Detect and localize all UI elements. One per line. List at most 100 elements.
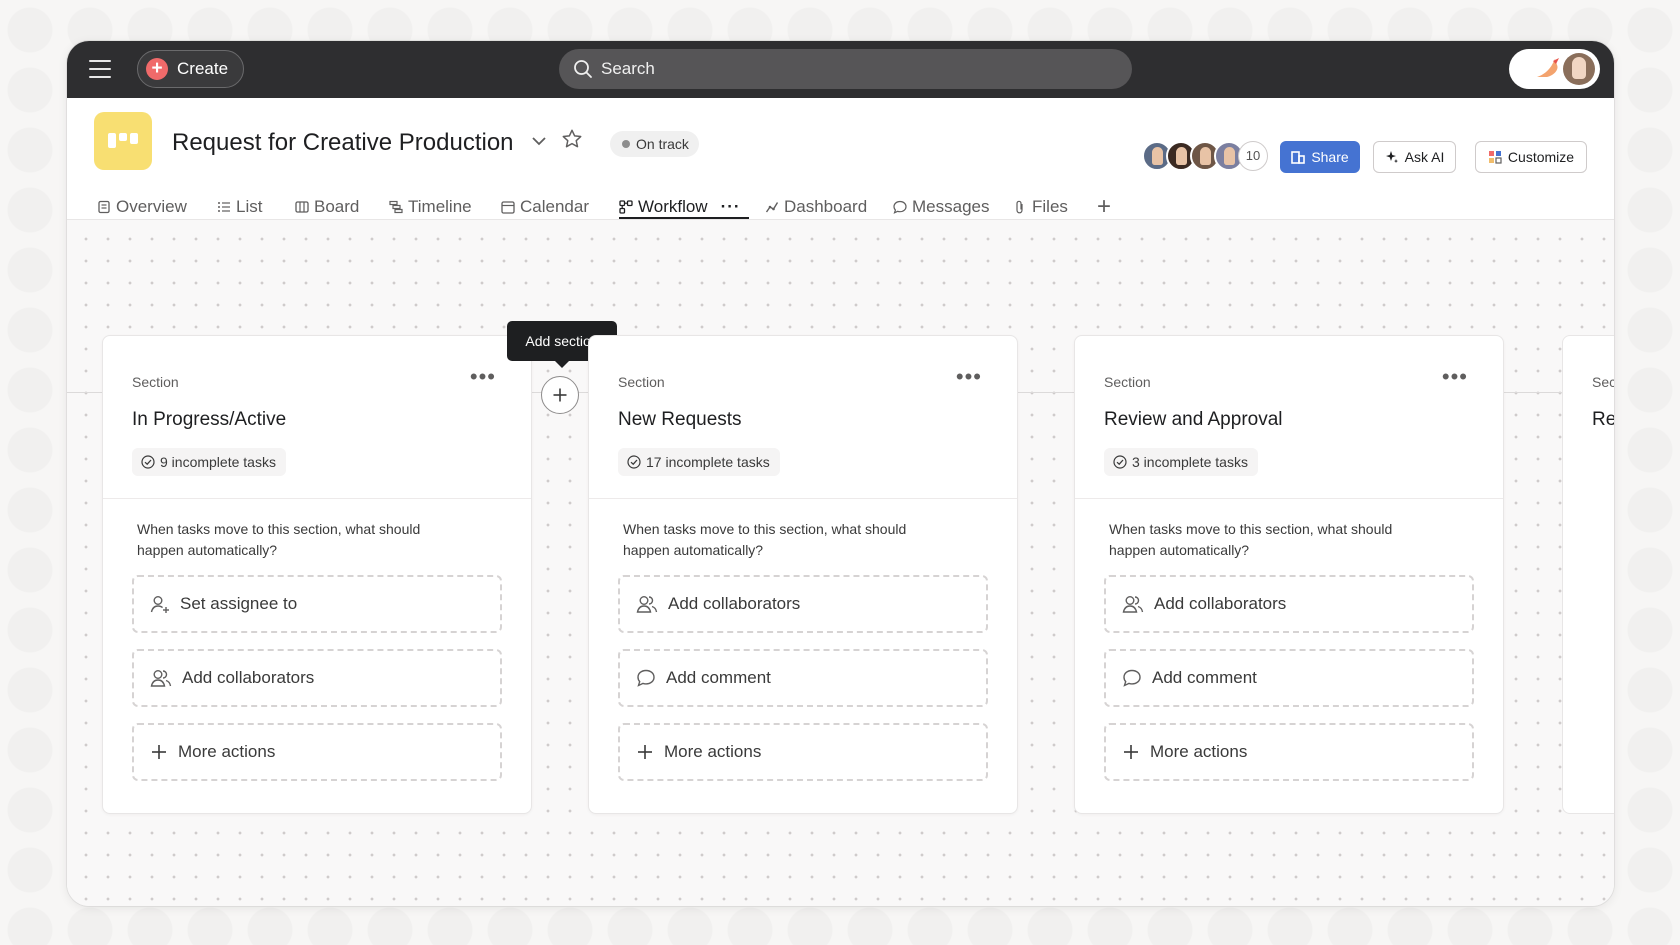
section-name[interactable]: In Progress/Active: [132, 409, 286, 431]
tab-label: Messages: [912, 197, 990, 216]
rule-label: Add collaborators: [668, 594, 801, 613]
plus-icon: [638, 745, 652, 759]
person-icon: [150, 596, 169, 613]
plus-icon: +: [146, 58, 168, 80]
tab-label: Workflow: [638, 197, 708, 216]
search-icon: [574, 60, 592, 78]
rule-label: More actions: [178, 742, 276, 761]
section-eyebrow: Section: [618, 374, 665, 390]
add-section-button[interactable]: [541, 376, 579, 414]
rule-label: Add comment: [1152, 668, 1257, 687]
automation-question: When tasks move to this section, what sh…: [623, 521, 907, 558]
incomplete-tasks-badge[interactable]: 17 incomplete tasks: [618, 448, 780, 476]
incomplete-tasks-label: 3 incomplete tasks: [1132, 454, 1248, 470]
section-card-partial: Sec Re: [1562, 335, 1614, 814]
share-building-icon: [1291, 151, 1306, 164]
add-comment-button[interactable]: Add comment: [618, 649, 988, 707]
automation-question: When tasks move to this section, what sh…: [1109, 521, 1393, 558]
overview-icon: [98, 200, 110, 214]
section-name[interactable]: Review and Approval: [1104, 409, 1283, 431]
section-card: Section ••• New Requests 17 incomplete t…: [588, 335, 1018, 814]
more-actions-button[interactable]: More actions: [618, 723, 988, 781]
workflow-icon: [619, 200, 633, 214]
messages-icon: [893, 200, 907, 214]
section-more-icon[interactable]: •••: [956, 366, 982, 388]
create-button[interactable]: + Create: [137, 50, 244, 88]
tab-label: Dashboard: [784, 197, 868, 216]
section-more-icon[interactable]: •••: [470, 366, 496, 388]
share-button[interactable]: Share: [1280, 141, 1360, 173]
customize-label: Customize: [1507, 149, 1575, 165]
tab-label: Board: [314, 197, 360, 216]
top-bar: + Create Search: [67, 41, 1614, 98]
tab-label: Files: [1032, 197, 1068, 216]
search-input[interactable]: Search: [559, 49, 1132, 89]
add-collaborators-button[interactable]: Add collaborators: [132, 649, 502, 707]
tab-more-icon[interactable]: ···: [721, 197, 741, 217]
list-icon: [218, 202, 230, 212]
rule-label: Add collaborators: [1154, 594, 1287, 613]
incomplete-tasks-label: 9 incomplete tasks: [160, 454, 276, 470]
section-eyebrow: Section: [132, 374, 179, 390]
project-title: Request for Creative Production: [172, 129, 514, 156]
share-label: Share: [1311, 149, 1349, 165]
section-name[interactable]: New Requests: [618, 409, 742, 431]
files-icon: [1016, 200, 1023, 214]
status-label: On track: [636, 136, 689, 152]
rule-label: More actions: [664, 742, 762, 761]
add-collaborators-button[interactable]: Add collaborators: [1104, 575, 1474, 633]
automation-question: When tasks move to this section, what sh…: [137, 521, 421, 558]
incomplete-tasks-badge[interactable]: 9 incomplete tasks: [132, 448, 286, 476]
section-card: Section ••• Review and Approval 3 incomp…: [1074, 335, 1504, 814]
customize-grid-icon: [1488, 151, 1502, 164]
section-card: Section ••• In Progress/Active 9 incompl…: [102, 335, 532, 814]
rule-label: More actions: [1150, 742, 1248, 761]
plus-icon: [1124, 745, 1138, 759]
comment-icon: [637, 669, 655, 687]
tab-label: Calendar: [520, 197, 589, 216]
more-actions-button[interactable]: More actions: [1104, 723, 1474, 781]
section-name-partial: Re: [1592, 409, 1614, 430]
check-circle-icon: [1113, 455, 1127, 469]
rule-label: Add comment: [666, 668, 771, 687]
collaborators-icon: [1122, 596, 1144, 613]
profile-menu[interactable]: [1509, 49, 1600, 89]
search-placeholder: Search: [601, 59, 655, 78]
rule-label: Set assignee to: [180, 594, 298, 613]
create-label: Create: [177, 59, 229, 78]
status-badge[interactable]: On track: [610, 131, 699, 157]
incomplete-tasks-badge[interactable]: 3 incomplete tasks: [1104, 448, 1258, 476]
add-comment-button[interactable]: Add comment: [1104, 649, 1474, 707]
set-assignee-button[interactable]: Set assignee to: [132, 575, 502, 633]
timeline-icon: [389, 200, 403, 214]
ask-ai-button[interactable]: Ask AI: [1373, 141, 1456, 173]
add-collaborators-button[interactable]: Add collaborators: [618, 575, 988, 633]
collaborators-icon: [636, 596, 658, 613]
more-actions-button[interactable]: More actions: [132, 723, 502, 781]
user-avatar[interactable]: [1563, 53, 1595, 85]
app-window: + Create Search Request for Creative Pro…: [67, 41, 1614, 906]
incomplete-tasks-label: 17 incomplete tasks: [646, 454, 770, 470]
tab-label: Overview: [116, 197, 187, 216]
hamburger-menu-icon[interactable]: [89, 60, 111, 78]
plus-icon: [553, 388, 567, 402]
section-eyebrow: Section: [1104, 374, 1151, 390]
collaborators-icon: [150, 670, 172, 687]
star-icon[interactable]: [561, 128, 583, 150]
dashboard-icon: [765, 202, 779, 213]
ask-ai-label: Ask AI: [1404, 149, 1445, 165]
tab-label: List: [236, 197, 263, 216]
tab-label: Timeline: [408, 197, 472, 216]
calendar-icon: [501, 201, 515, 214]
plus-icon: [152, 745, 166, 759]
flame-logo-icon: [1537, 58, 1559, 77]
check-circle-icon: [627, 455, 641, 469]
board-icon: [295, 201, 309, 213]
section-eyebrow-partial: Sec: [1592, 374, 1614, 390]
section-more-icon[interactable]: •••: [1442, 366, 1468, 388]
comment-icon: [1123, 669, 1141, 687]
member-count: 10: [1238, 141, 1268, 171]
chevron-down-icon[interactable]: [530, 132, 548, 150]
customize-button[interactable]: Customize: [1475, 141, 1587, 173]
rule-label: Add collaborators: [182, 668, 315, 687]
